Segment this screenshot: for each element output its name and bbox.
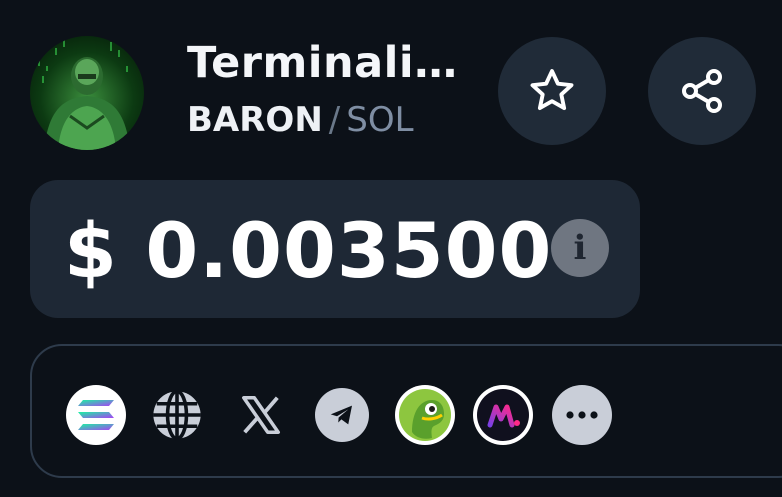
token-name: Terminali… xyxy=(187,38,458,88)
star-icon xyxy=(530,69,574,111)
moralis-icon[interactable] xyxy=(473,385,533,445)
token-pair: BARON / SOL xyxy=(187,100,414,140)
favorite-button[interactable] xyxy=(498,37,606,145)
token-price: $ 0.003500 xyxy=(64,206,553,295)
coingecko-icon[interactable] xyxy=(395,385,455,445)
pair-separator: / xyxy=(328,100,341,140)
token-avatar xyxy=(30,36,144,150)
x-twitter-icon[interactable] xyxy=(231,385,291,445)
price-card: $ 0.003500 i xyxy=(30,180,640,318)
share-icon xyxy=(682,69,722,113)
info-icon[interactable]: i xyxy=(551,219,609,277)
more-icon[interactable] xyxy=(552,385,612,445)
globe-icon[interactable] xyxy=(147,385,207,445)
solana-icon[interactable] xyxy=(66,385,126,445)
token-symbol: BARON xyxy=(187,100,323,140)
quote-symbol: SOL xyxy=(346,100,414,140)
share-button[interactable] xyxy=(648,37,756,145)
telegram-icon[interactable] xyxy=(315,388,369,442)
